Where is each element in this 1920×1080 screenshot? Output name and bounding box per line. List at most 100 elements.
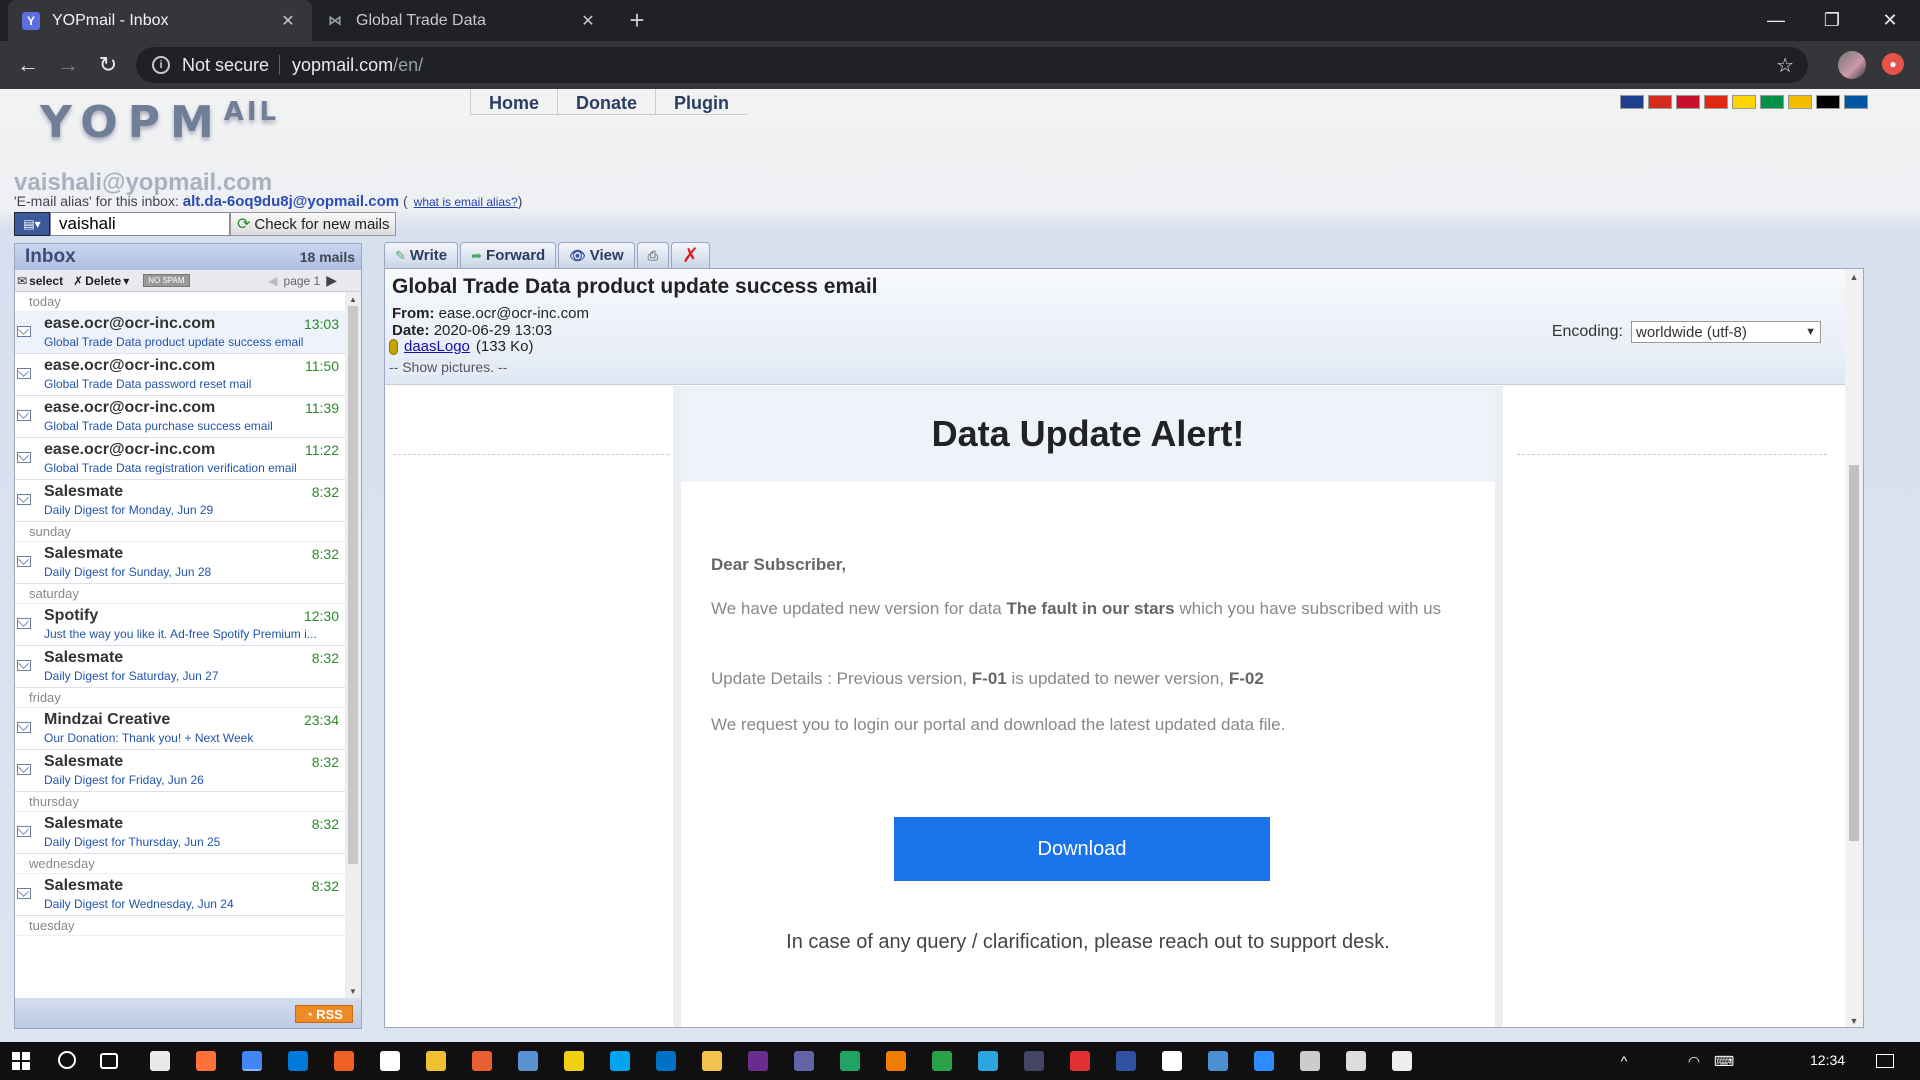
close-tab-icon[interactable]: ✕ [278, 11, 298, 31]
select-button[interactable]: ✉ select [17, 274, 63, 288]
language-flag-icon[interactable] [1844, 95, 1868, 109]
yopmail-logo[interactable]: YOPMAIL [40, 97, 279, 148]
check-new-mails-button[interactable]: ⟳ Check for new mails [230, 212, 397, 236]
taskbar-app-icon[interactable] [656, 1051, 676, 1071]
taskbar-app-icon[interactable] [794, 1051, 814, 1071]
taskbar-app-icon[interactable] [1070, 1051, 1090, 1071]
taskbar-app-icon[interactable] [1162, 1051, 1182, 1071]
taskbar-app-icon[interactable] [472, 1051, 492, 1071]
info-icon[interactable]: i [152, 56, 170, 74]
taskbar-app-icon[interactable] [1392, 1051, 1412, 1071]
inbox-name-input[interactable] [50, 212, 230, 236]
back-arrow-icon[interactable]: ← [12, 49, 44, 81]
print-button[interactable]: ⎙ [636, 242, 670, 268]
search-circle-icon[interactable] [58, 1051, 76, 1069]
language-flag-icon[interactable] [1620, 95, 1644, 109]
language-flag-icon[interactable] [1732, 95, 1756, 109]
wifi-icon[interactable]: ◠ [1686, 1053, 1702, 1069]
delete-mail-button[interactable]: ✗ [671, 242, 710, 268]
nospam-badge[interactable]: NO SPAM [143, 274, 190, 287]
taskbar-app-icon[interactable] [1300, 1051, 1320, 1071]
scroll-down-icon[interactable]: ▼ [345, 984, 361, 998]
taskbar-app-icon[interactable] [196, 1051, 216, 1071]
tray-chevron-icon[interactable]: ^ [1616, 1053, 1632, 1069]
forward-button[interactable]: ➦ Forward [460, 242, 557, 268]
prev-page-icon[interactable]: ◀ [268, 274, 277, 288]
scroll-down-icon[interactable]: ▼ [1845, 1013, 1863, 1027]
taskbar-app-icon[interactable] [748, 1051, 768, 1071]
windows-start-icon[interactable] [12, 1052, 30, 1070]
mail-list-item[interactable]: Spotify 12:30 Just the way you like it. Ad… [15, 604, 345, 646]
tab-global-trade-data[interactable]: ⋈ Global Trade Data ✕ [312, 0, 612, 41]
mail-scrollbar[interactable]: ▲ ▼ [1845, 269, 1863, 1027]
taskbar-app-icon[interactable] [932, 1051, 952, 1071]
taskbar-app-icon[interactable] [334, 1051, 354, 1071]
close-tab-icon[interactable]: ✕ [578, 11, 598, 31]
taskbar-app-icon[interactable] [380, 1051, 400, 1071]
mail-list-item[interactable]: ease.ocr@ocr-inc.com 11:50 Global Trade Da… [15, 354, 345, 396]
nav-plugin[interactable]: Plugin [655, 89, 747, 114]
scroll-up-icon[interactable]: ▲ [345, 292, 361, 306]
write-button[interactable]: ✎ Write [384, 242, 459, 268]
taskbar-app-icon[interactable] [426, 1051, 446, 1071]
taskbar-app-icon[interactable] [1208, 1051, 1228, 1071]
clock[interactable]: 12:34 [1810, 1052, 1845, 1068]
language-flag-icon[interactable] [1676, 95, 1700, 109]
taskbar-app-icon[interactable] [1024, 1051, 1044, 1071]
profile-avatar[interactable] [1838, 51, 1866, 79]
mail-list-item[interactable]: Salesmate 8:32 Daily Digest for Wednesday,… [15, 874, 345, 916]
scroll-thumb[interactable] [1849, 465, 1859, 841]
close-window-icon[interactable]: ✕ [1862, 0, 1918, 41]
attachment-link[interactable]: daasLogo [404, 338, 470, 355]
reload-icon[interactable]: ↻ [92, 49, 124, 81]
address-bar[interactable]: i Not secure yopmail.com /en/ ☆ [136, 47, 1808, 83]
taskbar-app-icon[interactable] [150, 1051, 170, 1071]
forward-arrow-icon[interactable]: → [52, 49, 84, 81]
taskbar-app-icon[interactable] [1346, 1051, 1366, 1071]
bookmark-star-icon[interactable]: ☆ [1776, 53, 1794, 78]
scroll-thumb[interactable] [348, 306, 358, 864]
language-flag-icon[interactable] [1760, 95, 1784, 109]
mail-list-item[interactable]: Salesmate 8:32 Daily Digest for Thursday, … [15, 812, 345, 854]
mail-list-item[interactable]: ease.ocr@ocr-inc.com 13:03 Global Trade Da… [15, 312, 345, 354]
mail-list-item[interactable]: Mindzai Creative 23:34 Our Donation: Thank… [15, 708, 345, 750]
taskbar-app-icon[interactable] [978, 1051, 998, 1071]
delete-button[interactable]: ✗ Delete ▾ [73, 274, 129, 288]
show-pictures-link[interactable]: -- Show pictures. -- [387, 359, 510, 375]
new-tab-plus-icon[interactable]: + [622, 5, 652, 35]
taskbar-app-icon[interactable] [564, 1051, 584, 1071]
taskbar-app-icon[interactable] [702, 1051, 722, 1071]
what-is-alias-link[interactable]: what is email alias? [414, 195, 518, 209]
mail-list-item[interactable]: Salesmate 8:32 Daily Digest for Saturday, … [15, 646, 345, 688]
taskbar-app-icon[interactable] [1254, 1051, 1274, 1071]
tab-yopmail-inbox[interactable]: Y YOPmail - Inbox ✕ [8, 0, 312, 41]
mail-list-item[interactable]: ease.ocr@ocr-inc.com 11:22 Global Trade Da… [15, 438, 345, 480]
taskbar-app-icon[interactable] [288, 1051, 308, 1071]
encoding-select[interactable]: worldwide (utf-8) ▼ [1631, 321, 1821, 343]
language-flag-icon[interactable] [1648, 95, 1672, 109]
mail-list-item[interactable]: ease.ocr@ocr-inc.com 11:39 Global Trade Da… [15, 396, 345, 438]
nav-home[interactable]: Home [470, 89, 557, 114]
taskbar-app-icon[interactable] [886, 1051, 906, 1071]
taskbar-app-icon[interactable] [242, 1051, 262, 1071]
mail-list-item[interactable]: Salesmate 8:32 Daily Digest for Sunday, Ju… [15, 542, 345, 584]
inbox-scrollbar[interactable]: ▲ ▼ [345, 292, 361, 998]
mail-list-item[interactable]: Salesmate 8:32 Daily Digest for Friday, Ju… [15, 750, 345, 792]
taskbar-app-icon[interactable] [840, 1051, 860, 1071]
taskbar-app-icon[interactable] [518, 1051, 538, 1071]
minimize-icon[interactable]: — [1748, 0, 1804, 41]
rss-button[interactable]: ◔ RSS [295, 1005, 353, 1023]
next-page-icon[interactable]: ▶ [326, 272, 337, 289]
taskbar-app-icon[interactable] [1116, 1051, 1136, 1071]
scroll-up-icon[interactable]: ▲ [1845, 269, 1863, 285]
language-flag-icon[interactable] [1788, 95, 1812, 109]
extension-icon[interactable]: ● [1882, 53, 1904, 75]
download-button[interactable]: Download [894, 817, 1270, 881]
task-view-icon[interactable] [100, 1053, 118, 1069]
keyboard-icon[interactable]: ⌨ [1714, 1053, 1734, 1069]
restore-icon[interactable]: ❐ [1804, 0, 1860, 41]
view-button[interactable]: 👁 View [558, 242, 635, 268]
language-flag-icon[interactable] [1816, 95, 1840, 109]
inbox-menu-icon[interactable]: ▤▾ [14, 212, 50, 236]
notification-icon[interactable] [1876, 1054, 1894, 1068]
